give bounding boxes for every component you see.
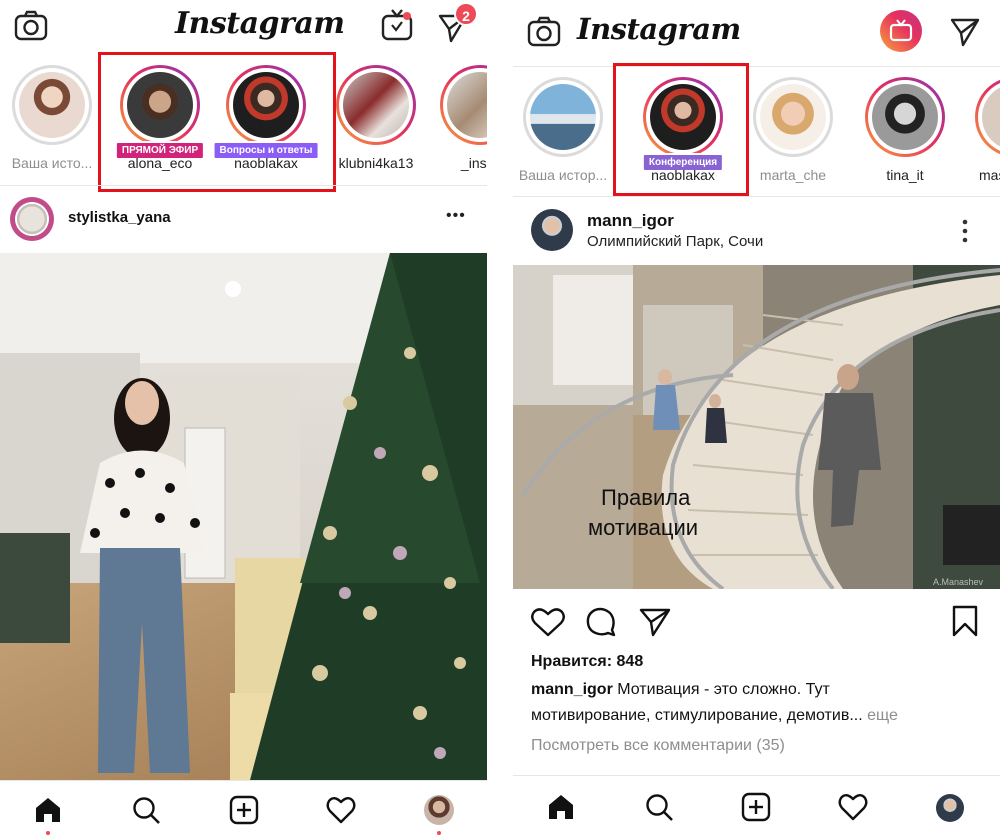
post-caption: mann_igor Мотивация - это сложно. Тут [531, 681, 830, 699]
profile-dot [437, 831, 441, 835]
home-icon[interactable] [546, 792, 576, 822]
app-logo: Instagram [175, 6, 345, 41]
post-image: Правила мотивации A.Manashev [513, 265, 1000, 589]
story-label: marta_che [759, 167, 827, 183]
post-avatar[interactable] [10, 197, 54, 241]
search-icon[interactable] [131, 795, 161, 825]
more-options-icon[interactable]: ••• [446, 207, 466, 225]
image-caption-line2: мотивации [588, 515, 698, 540]
like-heart-icon[interactable] [531, 607, 565, 637]
story-avatar [760, 84, 826, 150]
activity-dot [46, 831, 50, 835]
divider [0, 185, 487, 186]
story-avatar [872, 84, 938, 150]
story-label: tina_it [886, 167, 924, 183]
highlight-box [613, 63, 749, 196]
profile-avatar[interactable] [424, 795, 454, 825]
new-post-icon[interactable] [229, 795, 259, 825]
profile-avatar[interactable] [936, 794, 964, 822]
camera-icon[interactable] [527, 16, 561, 48]
right-phone-screen: Instagram Ваша истор... Конференция naob… [513, 0, 1000, 839]
post-username[interactable]: stylistka_yana [68, 209, 171, 226]
story-label: Ваша истор... [518, 167, 608, 183]
caption-text-continued: мотивирование, стимулирование, демотив..… [531, 707, 863, 724]
bookmark-icon[interactable] [952, 605, 978, 637]
view-comments-link[interactable]: Посмотреть все комментарии (35) [531, 737, 785, 755]
search-icon[interactable] [644, 792, 674, 822]
story-avatar [19, 72, 85, 138]
divider [513, 66, 1000, 67]
camera-icon[interactable] [14, 10, 48, 42]
post-photo[interactable] [0, 253, 487, 780]
home-icon[interactable] [33, 795, 63, 825]
left-phone-screen: Instagram 2 Ваша исто... ПРЯМОЙ ЭФИР alo… [0, 0, 487, 839]
bottom-nav [513, 775, 1000, 839]
story-label: klubni4ka13 [338, 155, 414, 171]
caption-text: Мотивация - это сложно. Тут [612, 681, 830, 698]
igtv-icon[interactable] [380, 8, 414, 42]
story-avatar [343, 72, 409, 138]
activity-heart-icon[interactable] [838, 792, 868, 822]
bottom-nav [0, 780, 487, 839]
divider [513, 196, 1000, 197]
top-bar: Instagram 2 [0, 0, 487, 52]
app-logo: Instagram [577, 12, 741, 46]
activity-heart-icon[interactable] [326, 795, 356, 825]
photo-watermark: A.Manashev [933, 577, 984, 587]
likes-count[interactable]: Нравится: 848 [531, 653, 643, 671]
post-username[interactable]: mann_igor [587, 211, 674, 231]
new-post-icon[interactable] [741, 792, 771, 822]
post-header: mann_igor Олимпийский Парк, Сочи [513, 205, 1000, 257]
direct-messages-icon[interactable] [949, 16, 981, 48]
post-location[interactable]: Олимпийский Парк, Сочи [587, 233, 763, 250]
story-label: _inser [460, 155, 487, 171]
story-label: mash [979, 167, 1000, 183]
stories-tray: Ваша истор... Конференция naoblakax mart… [513, 77, 1000, 192]
post-image [0, 253, 487, 780]
post-header: stylistka_yana ••• [0, 195, 487, 243]
dm-count-badge: 2 [454, 2, 478, 26]
caption-username[interactable]: mann_igor [531, 681, 613, 698]
screen-gap [487, 0, 513, 839]
igtv-icon[interactable] [880, 10, 922, 52]
image-caption-line1: Правила [601, 485, 691, 510]
story-label: Ваша исто... [11, 155, 93, 171]
story-avatar [530, 84, 596, 150]
share-icon[interactable] [639, 607, 671, 637]
post-caption-line2: мотивирование, стимулирование, демотив..… [531, 707, 898, 725]
more-options-icon[interactable] [960, 219, 970, 243]
top-bar: Instagram [513, 0, 1000, 60]
post-avatar[interactable] [531, 209, 573, 251]
comment-icon[interactable] [585, 606, 617, 638]
post-photo[interactable]: Правила мотивации A.Manashev [513, 265, 1000, 589]
more-link[interactable]: еще [863, 707, 898, 724]
highlight-box [98, 52, 336, 192]
